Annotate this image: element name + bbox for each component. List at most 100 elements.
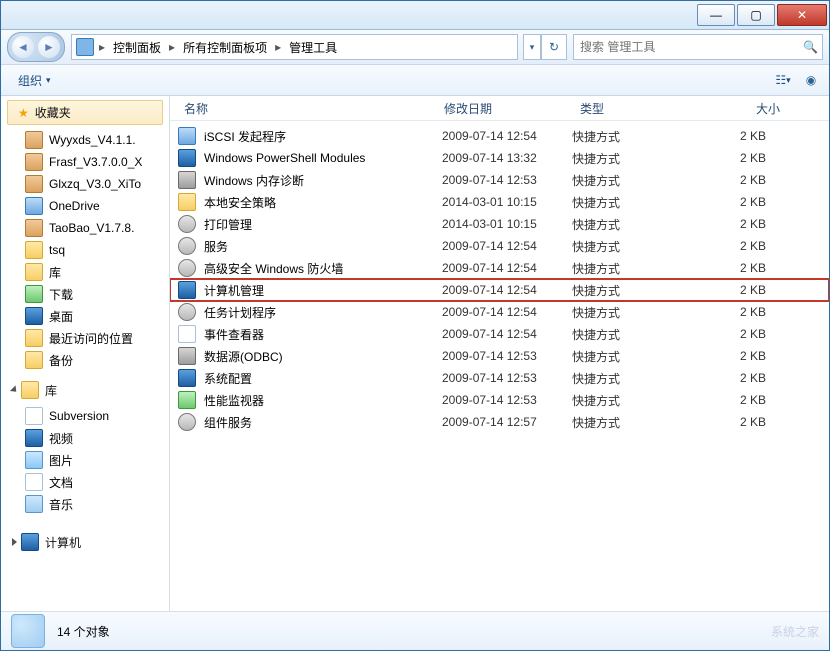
file-row[interactable]: iSCSI 发起程序2009-07-14 12:54快捷方式2 KB bbox=[170, 125, 829, 147]
file-row[interactable]: 计算机管理2009-07-14 12:54快捷方式2 KB bbox=[170, 279, 829, 301]
column-headers: 名称 修改日期 类型 大小 bbox=[170, 96, 829, 121]
minimize-button[interactable]: — bbox=[697, 4, 735, 26]
file-name: 服务 bbox=[204, 238, 436, 255]
file-icon bbox=[178, 391, 196, 409]
file-icon bbox=[178, 149, 196, 167]
help-button[interactable]: ◉ bbox=[801, 70, 821, 90]
file-row[interactable]: Windows 内存诊断2009-07-14 12:53快捷方式2 KB bbox=[170, 169, 829, 191]
file-date: 2014-03-01 10:15 bbox=[436, 195, 566, 209]
address-dropdown[interactable]: ▾ bbox=[523, 34, 541, 60]
file-row[interactable]: 系统配置2009-07-14 12:53快捷方式2 KB bbox=[170, 367, 829, 389]
column-type[interactable]: 类型 bbox=[574, 100, 704, 117]
item-label: 视频 bbox=[49, 430, 73, 447]
item-label: tsq bbox=[49, 243, 65, 257]
file-name: 高级安全 Windows 防火墙 bbox=[204, 260, 436, 277]
file-name: Windows 内存诊断 bbox=[204, 172, 436, 189]
search-input[interactable] bbox=[578, 39, 803, 55]
sidebar-item[interactable]: 最近访问的位置 bbox=[1, 327, 169, 349]
file-date: 2014-03-01 10:15 bbox=[436, 217, 566, 231]
file-row[interactable]: 事件查看器2009-07-14 12:54快捷方式2 KB bbox=[170, 323, 829, 345]
file-name: 计算机管理 bbox=[204, 282, 436, 299]
file-type: 快捷方式 bbox=[566, 392, 690, 409]
file-type: 快捷方式 bbox=[566, 238, 690, 255]
file-date: 2009-07-14 12:54 bbox=[436, 239, 566, 253]
sidebar-item[interactable]: TaoBao_V1.7.8. bbox=[1, 217, 169, 239]
file-row[interactable]: Windows PowerShell Modules2009-07-14 13:… bbox=[170, 147, 829, 169]
item-icon bbox=[25, 429, 43, 447]
organize-button[interactable]: 组织 ▾ bbox=[9, 68, 60, 93]
command-bar: 组织 ▾ ☷▾ ◉ bbox=[1, 65, 829, 96]
nav-bar: ◄ ► ▸ 控制面板 ▸ 所有控制面板项 ▸ 管理工具 ▾ ↻ 🔍 bbox=[1, 30, 829, 65]
file-type: 快捷方式 bbox=[566, 282, 690, 299]
file-name: 数据源(ODBC) bbox=[204, 348, 436, 365]
sidebar-item[interactable]: 桌面 bbox=[1, 305, 169, 327]
file-type: 快捷方式 bbox=[566, 370, 690, 387]
column-size[interactable]: 大小 bbox=[704, 100, 786, 117]
close-button[interactable]: ✕ bbox=[777, 4, 827, 26]
sidebar-item[interactable]: 图片 bbox=[1, 449, 169, 471]
nav-back-forward[interactable]: ◄ ► bbox=[7, 32, 65, 62]
file-size: 2 KB bbox=[690, 195, 766, 209]
sidebar-item[interactable]: 音乐 bbox=[1, 493, 169, 515]
status-bar: 14 个对象 系统之家 bbox=[1, 611, 829, 650]
forward-button[interactable]: ► bbox=[38, 36, 60, 58]
computer-header[interactable]: 计算机 bbox=[1, 529, 169, 555]
chevron-right-icon: ▸ bbox=[169, 40, 175, 54]
sidebar-item[interactable]: 下载 bbox=[1, 283, 169, 305]
libraries-header[interactable]: 库 bbox=[1, 377, 169, 403]
file-date: 2009-07-14 12:54 bbox=[436, 305, 566, 319]
file-size: 2 KB bbox=[690, 327, 766, 341]
file-row[interactable]: 高级安全 Windows 防火墙2009-07-14 12:54快捷方式2 KB bbox=[170, 257, 829, 279]
file-row[interactable]: 性能监视器2009-07-14 12:53快捷方式2 KB bbox=[170, 389, 829, 411]
file-size: 2 KB bbox=[690, 261, 766, 275]
file-name: iSCSI 发起程序 bbox=[204, 128, 436, 145]
sidebar-item[interactable]: tsq bbox=[1, 239, 169, 261]
sidebar-item[interactable]: 库 bbox=[1, 261, 169, 283]
item-label: Subversion bbox=[49, 409, 109, 423]
control-panel-icon bbox=[76, 38, 94, 56]
item-icon bbox=[25, 407, 43, 425]
sidebar-item[interactable]: Glxzq_V3.0_XiTo bbox=[1, 173, 169, 195]
file-row[interactable]: 任务计划程序2009-07-14 12:54快捷方式2 KB bbox=[170, 301, 829, 323]
file-row[interactable]: 数据源(ODBC)2009-07-14 12:53快捷方式2 KB bbox=[170, 345, 829, 367]
computer-label: 计算机 bbox=[45, 534, 81, 551]
file-list[interactable]: iSCSI 发起程序2009-07-14 12:54快捷方式2 KBWindow… bbox=[170, 121, 829, 611]
column-name[interactable]: 名称 bbox=[178, 100, 438, 117]
breadcrumb-item[interactable]: 所有控制面板项 bbox=[180, 39, 270, 56]
breadcrumb-item[interactable]: 管理工具 bbox=[286, 39, 340, 56]
item-label: Frasf_V3.7.0.0_X bbox=[49, 155, 142, 169]
column-date[interactable]: 修改日期 bbox=[438, 100, 574, 117]
maximize-button[interactable]: ▢ bbox=[737, 4, 775, 26]
view-options-button[interactable]: ☷▾ bbox=[773, 70, 793, 90]
item-label: Glxzq_V3.0_XiTo bbox=[49, 177, 141, 191]
search-box[interactable]: 🔍 bbox=[573, 34, 823, 60]
sidebar-item[interactable]: Wyyxds_V4.1.1. bbox=[1, 129, 169, 151]
file-name: 本地安全策略 bbox=[204, 194, 436, 211]
file-row[interactable]: 打印管理2014-03-01 10:15快捷方式2 KB bbox=[170, 213, 829, 235]
navigation-pane[interactable]: ★ 收藏夹 Wyyxds_V4.1.1. Frasf_V3.7.0.0_X Glxz… bbox=[1, 96, 170, 611]
expand-icon bbox=[10, 385, 19, 394]
sidebar-item[interactable]: 文档 bbox=[1, 471, 169, 493]
favorites-header[interactable]: ★ 收藏夹 bbox=[7, 100, 163, 125]
file-name: 事件查看器 bbox=[204, 326, 436, 343]
back-button[interactable]: ◄ bbox=[12, 36, 34, 58]
breadcrumb-item[interactable]: 控制面板 bbox=[110, 39, 164, 56]
item-icon bbox=[25, 495, 43, 513]
address-bar[interactable]: ▸ 控制面板 ▸ 所有控制面板项 ▸ 管理工具 bbox=[71, 34, 518, 60]
file-row[interactable]: 本地安全策略2014-03-01 10:15快捷方式2 KB bbox=[170, 191, 829, 213]
sidebar-item[interactable]: Frasf_V3.7.0.0_X bbox=[1, 151, 169, 173]
sidebar-item[interactable]: 视频 bbox=[1, 427, 169, 449]
item-label: 文档 bbox=[49, 474, 73, 491]
item-label: 最近访问的位置 bbox=[49, 330, 133, 347]
search-icon: 🔍 bbox=[803, 40, 818, 54]
sidebar-item[interactable]: OneDrive bbox=[1, 195, 169, 217]
sidebar-item[interactable]: 备份 bbox=[1, 349, 169, 371]
file-icon bbox=[178, 303, 196, 321]
file-row[interactable]: 服务2009-07-14 12:54快捷方式2 KB bbox=[170, 235, 829, 257]
file-row[interactable]: 组件服务2009-07-14 12:57快捷方式2 KB bbox=[170, 411, 829, 433]
refresh-button[interactable]: ↻ bbox=[541, 34, 567, 60]
status-icon bbox=[11, 614, 45, 648]
sidebar-item[interactable]: Subversion bbox=[1, 405, 169, 427]
maximize-icon: ▢ bbox=[750, 8, 761, 22]
file-date: 2009-07-14 12:57 bbox=[436, 415, 566, 429]
